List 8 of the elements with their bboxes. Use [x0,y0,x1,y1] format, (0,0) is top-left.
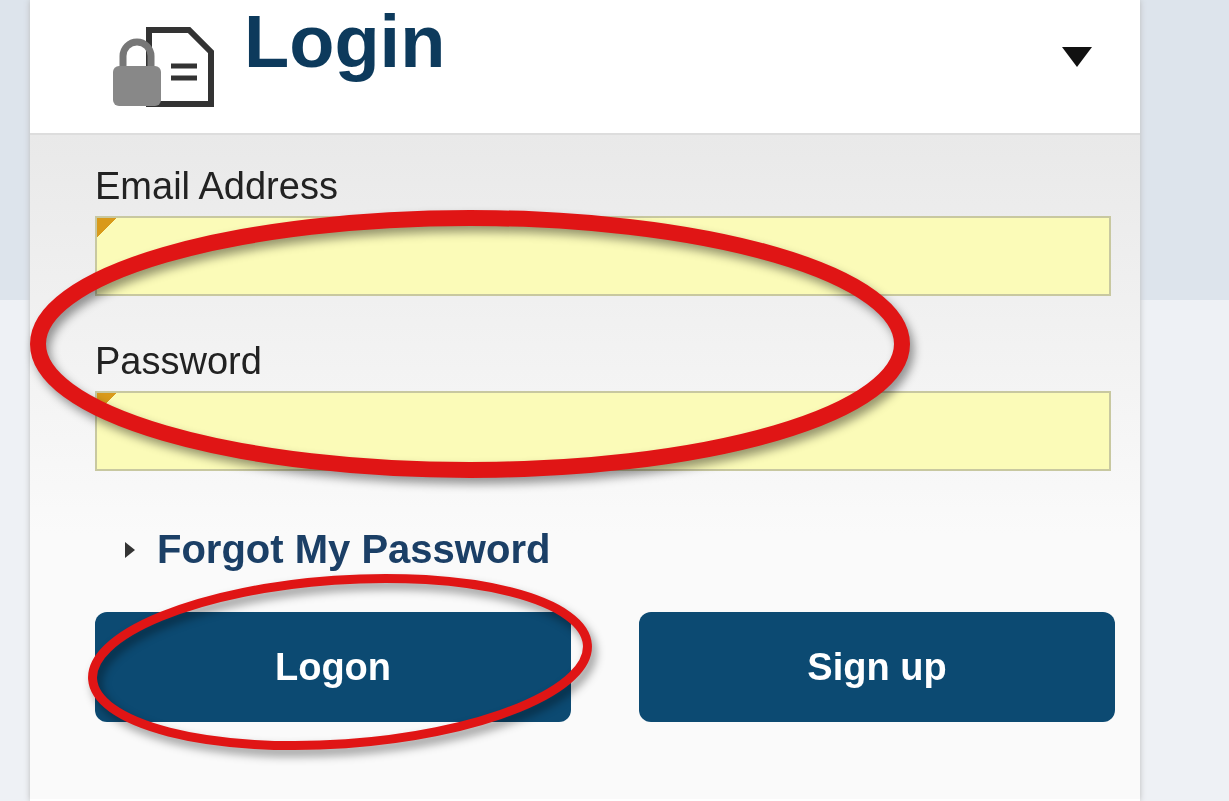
field-label: Email Address [95,165,338,208]
arrow-right-icon [125,541,135,558]
dropdown-caret-icon[interactable] [1062,46,1092,67]
forgot-password-link[interactable]: Forgot My Password [157,527,551,572]
form-button[interactable]: Logon [95,612,571,722]
form-button[interactable]: Sign up [639,612,1115,722]
field-label: Password [95,340,262,383]
panel-title: Login [244,0,446,84]
